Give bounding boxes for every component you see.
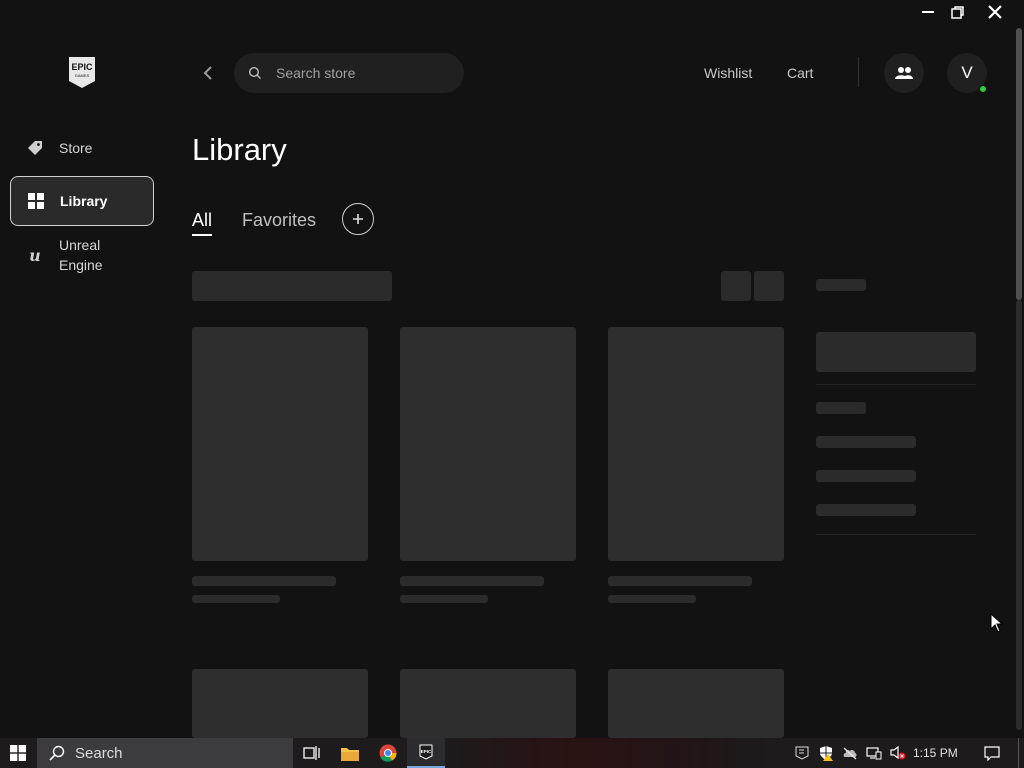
game-card-placeholder (608, 327, 784, 561)
card-subtitle-placeholder (400, 595, 488, 603)
friends-button[interactable] (884, 53, 924, 93)
epic-games-icon: EPIC (419, 744, 433, 760)
filter-group-heading-placeholder (816, 402, 866, 414)
sidebar-item-store[interactable]: Store (10, 134, 154, 162)
filter-divider (816, 534, 976, 535)
card-subtitle-placeholder (192, 595, 280, 603)
grid-view-toggle-placeholder (721, 271, 751, 301)
task-view-button[interactable] (293, 738, 331, 768)
cart-link[interactable]: Cart (787, 64, 813, 82)
sidebar-item-label: Store (59, 140, 93, 156)
minimize-icon (922, 11, 934, 13)
svg-text:GAMES: GAMES (75, 73, 90, 78)
active-tab-underline (192, 234, 212, 236)
tab-favorites[interactable]: Favorites (242, 208, 316, 232)
volume-muted-icon[interactable] (890, 745, 906, 761)
notification-icon (984, 746, 1000, 761)
sidebar-item-label: Library (60, 193, 108, 209)
close-button[interactable] (980, 0, 1010, 24)
game-card-placeholder (192, 327, 368, 561)
filter-option-placeholder (816, 436, 916, 448)
friends-icon (895, 67, 913, 79)
windows-logo-icon (10, 745, 26, 761)
svg-text:EPIC: EPIC (421, 749, 432, 754)
file-explorer-button[interactable] (331, 738, 369, 768)
action-center-button[interactable] (980, 738, 1004, 768)
filter-divider (816, 384, 976, 385)
filter-option-placeholder (816, 470, 916, 482)
game-card-placeholder (400, 669, 576, 738)
filter-option-placeholder (816, 504, 916, 516)
scrollbar-lower-region (1016, 300, 1022, 730)
search-icon (49, 745, 65, 761)
windows-taskbar: Search EPIC 1:15 PM (0, 738, 1024, 768)
restore-button[interactable] (942, 0, 972, 24)
mouse-cursor-icon (990, 613, 1004, 633)
start-button[interactable] (0, 738, 36, 768)
minimize-button[interactable] (913, 0, 943, 24)
restore-icon (950, 5, 964, 19)
card-title-placeholder (400, 576, 544, 586)
add-collection-button[interactable] (342, 203, 374, 235)
epic-games-taskbar-button[interactable]: EPIC (407, 738, 445, 768)
scrollbar-thumb[interactable] (1016, 28, 1022, 300)
search-input[interactable] (274, 64, 448, 82)
game-card-placeholder (608, 669, 784, 738)
chrome-icon (379, 744, 397, 762)
taskbar-search-label: Search (75, 744, 123, 762)
sidebar-item-library[interactable]: Library (10, 176, 154, 226)
sidebar-item-label: Unreal Engine (59, 237, 103, 273)
back-button[interactable] (198, 62, 218, 84)
filters-heading-placeholder (816, 279, 866, 291)
list-view-toggle-placeholder (754, 271, 784, 301)
chevron-left-icon (203, 66, 212, 80)
game-card-placeholder (192, 669, 368, 738)
svg-text:EPIC: EPIC (71, 62, 93, 72)
close-icon (988, 5, 1002, 19)
page-title: Library (192, 132, 287, 167)
unreal-icon: u (26, 246, 44, 264)
tag-icon (26, 139, 44, 157)
security-warning-icon[interactable] (818, 745, 834, 761)
epic-games-logo[interactable]: EPIC GAMES (67, 56, 97, 89)
grid-icon (27, 192, 45, 210)
filter-search-placeholder (816, 332, 976, 372)
card-subtitle-placeholder (608, 595, 696, 603)
taskbar-wallpaper-tint (440, 738, 770, 768)
online-status-indicator (979, 85, 987, 93)
search-store-box[interactable] (234, 53, 464, 93)
svg-text:u: u (29, 246, 41, 264)
plus-icon (353, 214, 363, 224)
folder-icon (341, 747, 359, 761)
tab-all[interactable]: All (192, 208, 212, 232)
onedrive-offline-icon[interactable] (842, 745, 858, 761)
game-card-placeholder (400, 327, 576, 561)
network-icon[interactable] (866, 745, 882, 761)
show-desktop-button[interactable] (1018, 738, 1024, 768)
chrome-button[interactable] (369, 738, 407, 768)
taskbar-search-box[interactable]: Search (37, 738, 293, 768)
search-icon (248, 66, 262, 80)
taskbar-clock[interactable]: 1:15 PM (913, 738, 958, 768)
epic-tray-icon[interactable] (794, 745, 810, 761)
task-view-icon (303, 746, 320, 760)
header-divider (858, 57, 859, 87)
card-title-placeholder (608, 576, 752, 586)
sidebar-item-unreal-engine[interactable]: u Unreal Engine (10, 234, 154, 276)
sort-filter-placeholder (192, 271, 392, 301)
epic-games-launcher-window: EPIC GAMES Store Library u Unreal Engine… (0, 0, 1024, 738)
card-title-placeholder (192, 576, 336, 586)
wishlist-link[interactable]: Wishlist (704, 64, 752, 82)
